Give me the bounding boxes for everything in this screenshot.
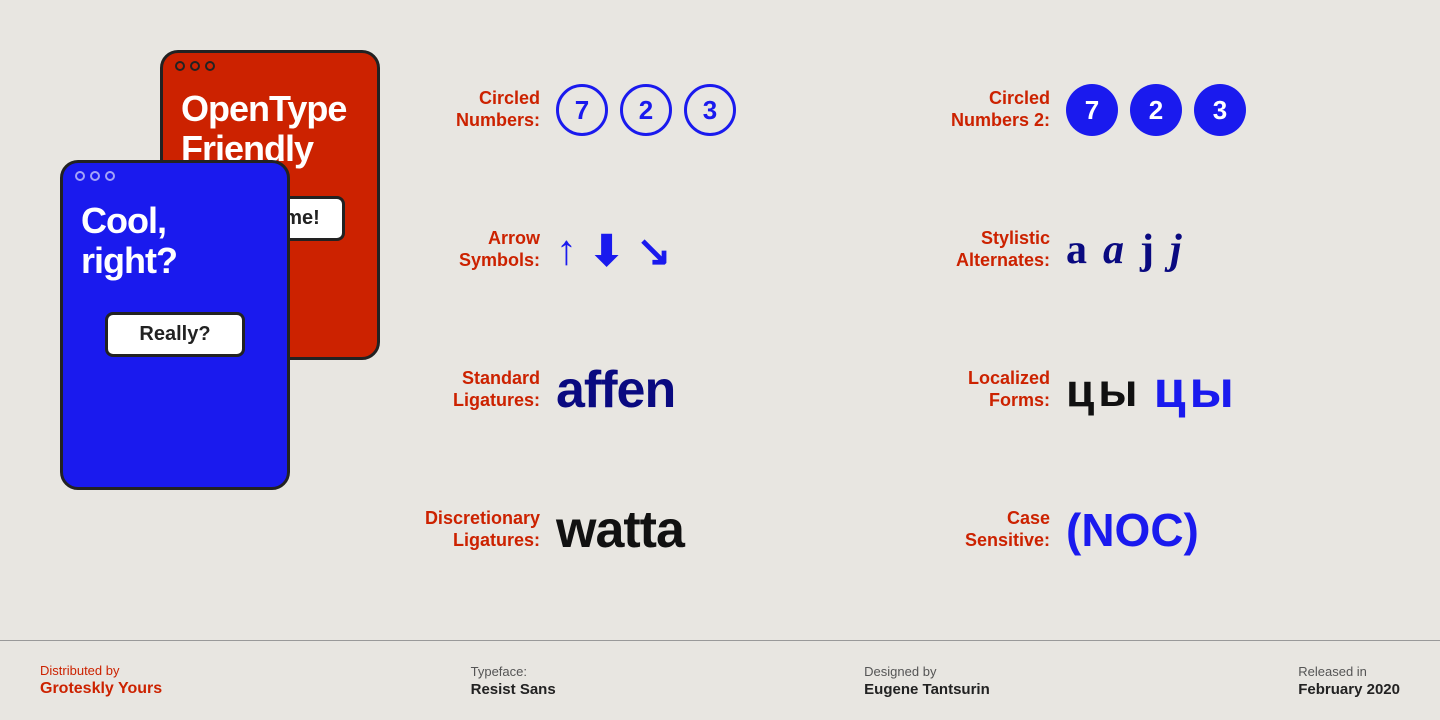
arrow-diagonal-icon: ↘ — [636, 226, 671, 275]
phone-front-title: Cool, right? — [81, 200, 177, 281]
designed-label: Designed by — [864, 664, 990, 679]
stylistic-a-alt: a — [1103, 226, 1128, 274]
circle-filled-2: 2 — [1130, 84, 1182, 136]
discretionary-ligature-text: watta — [556, 500, 684, 560]
localized-forms-label: LocalizedForms: — [910, 368, 1050, 411]
distributed-value: Groteskly Yours — [40, 680, 162, 698]
case-sensitive-value: (NOC) — [1066, 503, 1199, 557]
circle-outline-7: 7 — [556, 84, 608, 136]
phone-front-content: Cool, right? — [63, 189, 287, 292]
feature-discretionary-ligatures: DiscretionaryLigatures: watta — [380, 460, 890, 600]
stylistic-alternates-value: a a j j — [1066, 226, 1186, 274]
released-value: February 2020 — [1298, 681, 1400, 698]
phone-back-titlebar — [163, 53, 377, 79]
feature-localized-forms: LocalizedForms: цы цы — [890, 320, 1400, 460]
typeface-label: Typeface: — [471, 664, 556, 679]
phone-front-button: Really? — [105, 312, 245, 357]
designed-value: Eugene Tantsurin — [864, 681, 990, 698]
footer: Distributed by Groteskly Yours Typeface:… — [0, 640, 1440, 720]
footer-designer: Designed by Eugene Tantsurin — [864, 664, 990, 698]
main-content: OpenType Friendly Awesome! Cool, right? … — [0, 0, 1440, 640]
footer-typeface: Typeface: Resist Sans — [471, 664, 556, 698]
phone-front: Cool, right? Really? — [60, 160, 290, 490]
dot-5 — [90, 171, 100, 181]
dot-2 — [190, 61, 200, 71]
dot-6 — [105, 171, 115, 181]
circle-filled-3: 3 — [1194, 84, 1246, 136]
feature-standard-ligatures: StandardLigatures: affen — [380, 320, 890, 460]
stylistic-j-alt: j — [1170, 226, 1186, 274]
phone-front-titlebar — [63, 163, 287, 189]
circle-outline-3: 3 — [684, 84, 736, 136]
case-sensitive-text: (NOC) — [1066, 503, 1199, 557]
arrow-symbols-value: ↑ ⬇ ↘ — [556, 226, 671, 275]
circled-numbers-2-value: 7 2 3 — [1066, 84, 1246, 136]
phone-back-title: OpenType Friendly — [181, 88, 346, 169]
phones-area: OpenType Friendly Awesome! Cool, right? … — [40, 30, 360, 610]
feature-arrow-symbols: ArrowSymbols: ↑ ⬇ ↘ — [380, 180, 890, 320]
feature-circled-numbers: CircledNumbers: 7 2 3 — [380, 40, 890, 180]
feature-case-sensitive: CaseSensitive: (NOC) — [890, 460, 1400, 600]
arrow-up-icon: ↑ — [556, 226, 577, 274]
circle-filled-7: 7 — [1066, 84, 1118, 136]
localized-cyrillic-black: цы — [1066, 363, 1142, 417]
distributed-label: Distributed by — [40, 663, 162, 678]
circled-numbers-2-label: CircledNumbers 2: — [910, 88, 1050, 131]
circled-numbers-value: 7 2 3 — [556, 84, 736, 136]
stylistic-j-normal: j — [1140, 226, 1158, 274]
released-label: Released in — [1298, 664, 1400, 679]
feature-circled-numbers-2: CircledNumbers 2: 7 2 3 — [890, 40, 1400, 180]
arrow-down-icon: ⬇ — [589, 226, 624, 275]
stylistic-alternates-label: StylisticAlternates: — [910, 228, 1050, 271]
arrow-symbols-label: ArrowSymbols: — [400, 228, 540, 271]
typeface-value: Resist Sans — [471, 681, 556, 698]
case-sensitive-label: CaseSensitive: — [910, 508, 1050, 551]
feature-stylistic-alternates: StylisticAlternates: a a j j — [890, 180, 1400, 320]
discretionary-ligatures-label: DiscretionaryLigatures: — [400, 508, 540, 551]
localized-cyrillic-blue: цы — [1154, 360, 1238, 420]
circled-numbers-label: CircledNumbers: — [400, 88, 540, 131]
stylistic-a-normal: a — [1066, 226, 1091, 274]
standard-ligature-text: affen — [556, 360, 675, 420]
features-grid: CircledNumbers: 7 2 3 CircledNumbers 2: … — [380, 30, 1400, 610]
standard-ligatures-label: StandardLigatures: — [400, 368, 540, 411]
discretionary-ligatures-value: watta — [556, 500, 684, 560]
dot-4 — [75, 171, 85, 181]
circle-outline-2: 2 — [620, 84, 672, 136]
dot-1 — [175, 61, 185, 71]
localized-forms-value: цы цы — [1066, 360, 1238, 420]
footer-distributed: Distributed by Groteskly Yours — [40, 663, 162, 698]
dot-3 — [205, 61, 215, 71]
standard-ligatures-value: affen — [556, 360, 675, 420]
footer-released: Released in February 2020 — [1298, 664, 1400, 698]
